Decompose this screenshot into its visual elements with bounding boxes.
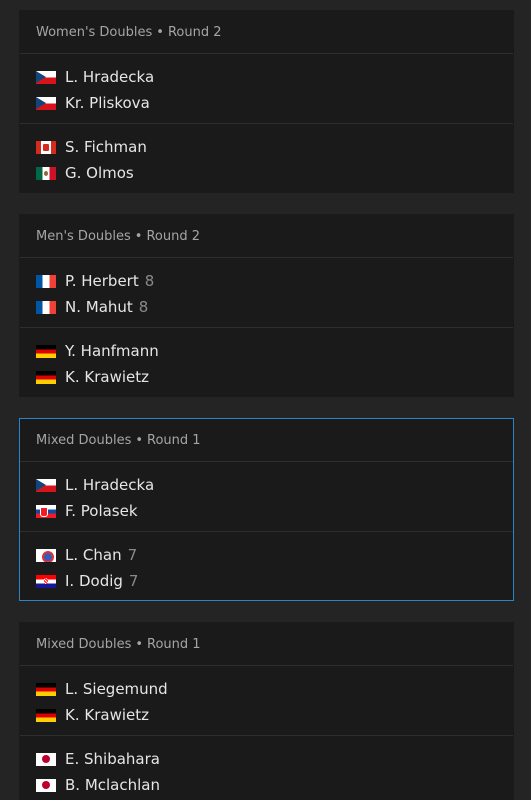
player: Kr. Pliskova [36, 90, 513, 116]
event-name: Mixed Doubles [36, 636, 132, 652]
player: Y. Hanfmann [36, 338, 513, 364]
japan-flag-icon [36, 752, 56, 766]
czech-flag-icon [36, 478, 56, 492]
separator: • [135, 432, 144, 448]
player: S. Fichman [36, 134, 513, 160]
player-name: E. Shibahara [65, 750, 160, 768]
player: G. Olmos [36, 160, 513, 186]
czech-flag-icon [36, 70, 56, 84]
player-name: L. Hradecka [65, 68, 155, 86]
team-row: E. Shibahara B. Mclachlan [20, 735, 513, 800]
player: L. Chan 7 [36, 542, 513, 568]
score: 7 [128, 572, 139, 590]
score: 8 [138, 298, 149, 316]
round-name: Round 2 [146, 228, 200, 244]
round-name: Round 1 [147, 636, 201, 652]
player: L. Siegemund [36, 676, 513, 702]
player: K. Krawietz [36, 702, 513, 728]
player-name: Y. Hanfmann [65, 342, 159, 360]
player-name: L. Chan [65, 546, 122, 564]
player-name: N. Mahut [65, 298, 133, 316]
germany-flag-icon [36, 708, 56, 722]
player-name: K. Krawietz [65, 706, 149, 724]
player: L. Hradecka [36, 64, 513, 90]
team-row: L. Hradecka F. Polasek [20, 462, 513, 531]
france-flag-icon [36, 274, 56, 288]
chinese-taipei-flag-icon [36, 548, 56, 562]
player-name: P. Herbert [65, 272, 139, 290]
event-name: Mixed Doubles [36, 432, 132, 448]
player: E. Shibahara [36, 746, 513, 772]
team-row: L. Hradecka Kr. Pliskova [20, 54, 513, 123]
player-name: S. Fichman [65, 138, 147, 156]
team-row: L. Siegemund K. Krawietz [20, 666, 513, 735]
player-name: G. Olmos [65, 164, 134, 182]
player: N. Mahut 8 [36, 294, 513, 320]
slovakia-flag-icon [36, 504, 56, 518]
player-name: K. Krawietz [65, 368, 149, 386]
player: P. Herbert 8 [36, 268, 513, 294]
team-row: L. Chan 7 I. Dodig 7 [20, 531, 513, 600]
canada-flag-icon [36, 140, 56, 154]
team-row: S. Fichman G. Olmos [20, 123, 513, 192]
croatia-flag-icon [36, 574, 56, 588]
round-name: Round 1 [147, 432, 201, 448]
score: 8 [144, 272, 155, 290]
match-card[interactable]: Mixed Doubles • Round 1 L. Siegemund K. … [19, 622, 514, 800]
event-name: Men's Doubles [36, 228, 131, 244]
player: I. Dodig 7 [36, 568, 513, 594]
match-header: Mixed Doubles • Round 1 [20, 419, 513, 462]
france-flag-icon [36, 300, 56, 314]
match-header: Men's Doubles • Round 2 [20, 215, 513, 258]
mexico-flag-icon [36, 166, 56, 180]
separator: • [134, 228, 143, 244]
team-row: P. Herbert 8 N. Mahut 8 [20, 258, 513, 327]
player-name: Kr. Pliskova [65, 94, 150, 112]
player-name: L. Siegemund [65, 680, 168, 698]
germany-flag-icon [36, 370, 56, 384]
separator: • [135, 636, 144, 652]
match-card[interactable]: Men's Doubles • Round 2 P. Herbert 8 N. … [19, 214, 514, 397]
player: L. Hradecka [36, 472, 513, 498]
germany-flag-icon [36, 344, 56, 358]
japan-flag-icon [36, 778, 56, 792]
team-row: Y. Hanfmann K. Krawietz [20, 327, 513, 396]
match-card[interactable]: Women's Doubles • Round 2 L. Hradecka Kr… [19, 10, 514, 193]
match-header: Women's Doubles • Round 2 [20, 11, 513, 54]
player-name: I. Dodig [65, 572, 123, 590]
player: B. Mclachlan [36, 772, 513, 798]
player-name: F. Polasek [65, 502, 138, 520]
player-name: L. Hradecka [65, 476, 155, 494]
match-list: Women's Doubles • Round 2 L. Hradecka Kr… [0, 0, 531, 800]
separator: • [156, 24, 164, 40]
score: 7 [127, 546, 138, 564]
player: K. Krawietz [36, 364, 513, 390]
germany-flag-icon [36, 682, 56, 696]
match-card-selected[interactable]: Mixed Doubles • Round 1 L. Hradecka F. P… [19, 418, 514, 601]
round-name: Round 2 [167, 24, 222, 40]
player-name: B. Mclachlan [65, 776, 160, 794]
czech-flag-icon [36, 96, 56, 110]
match-header: Mixed Doubles • Round 1 [20, 623, 513, 666]
player: F. Polasek [36, 498, 513, 524]
event-name: Women's Doubles [36, 24, 153, 40]
